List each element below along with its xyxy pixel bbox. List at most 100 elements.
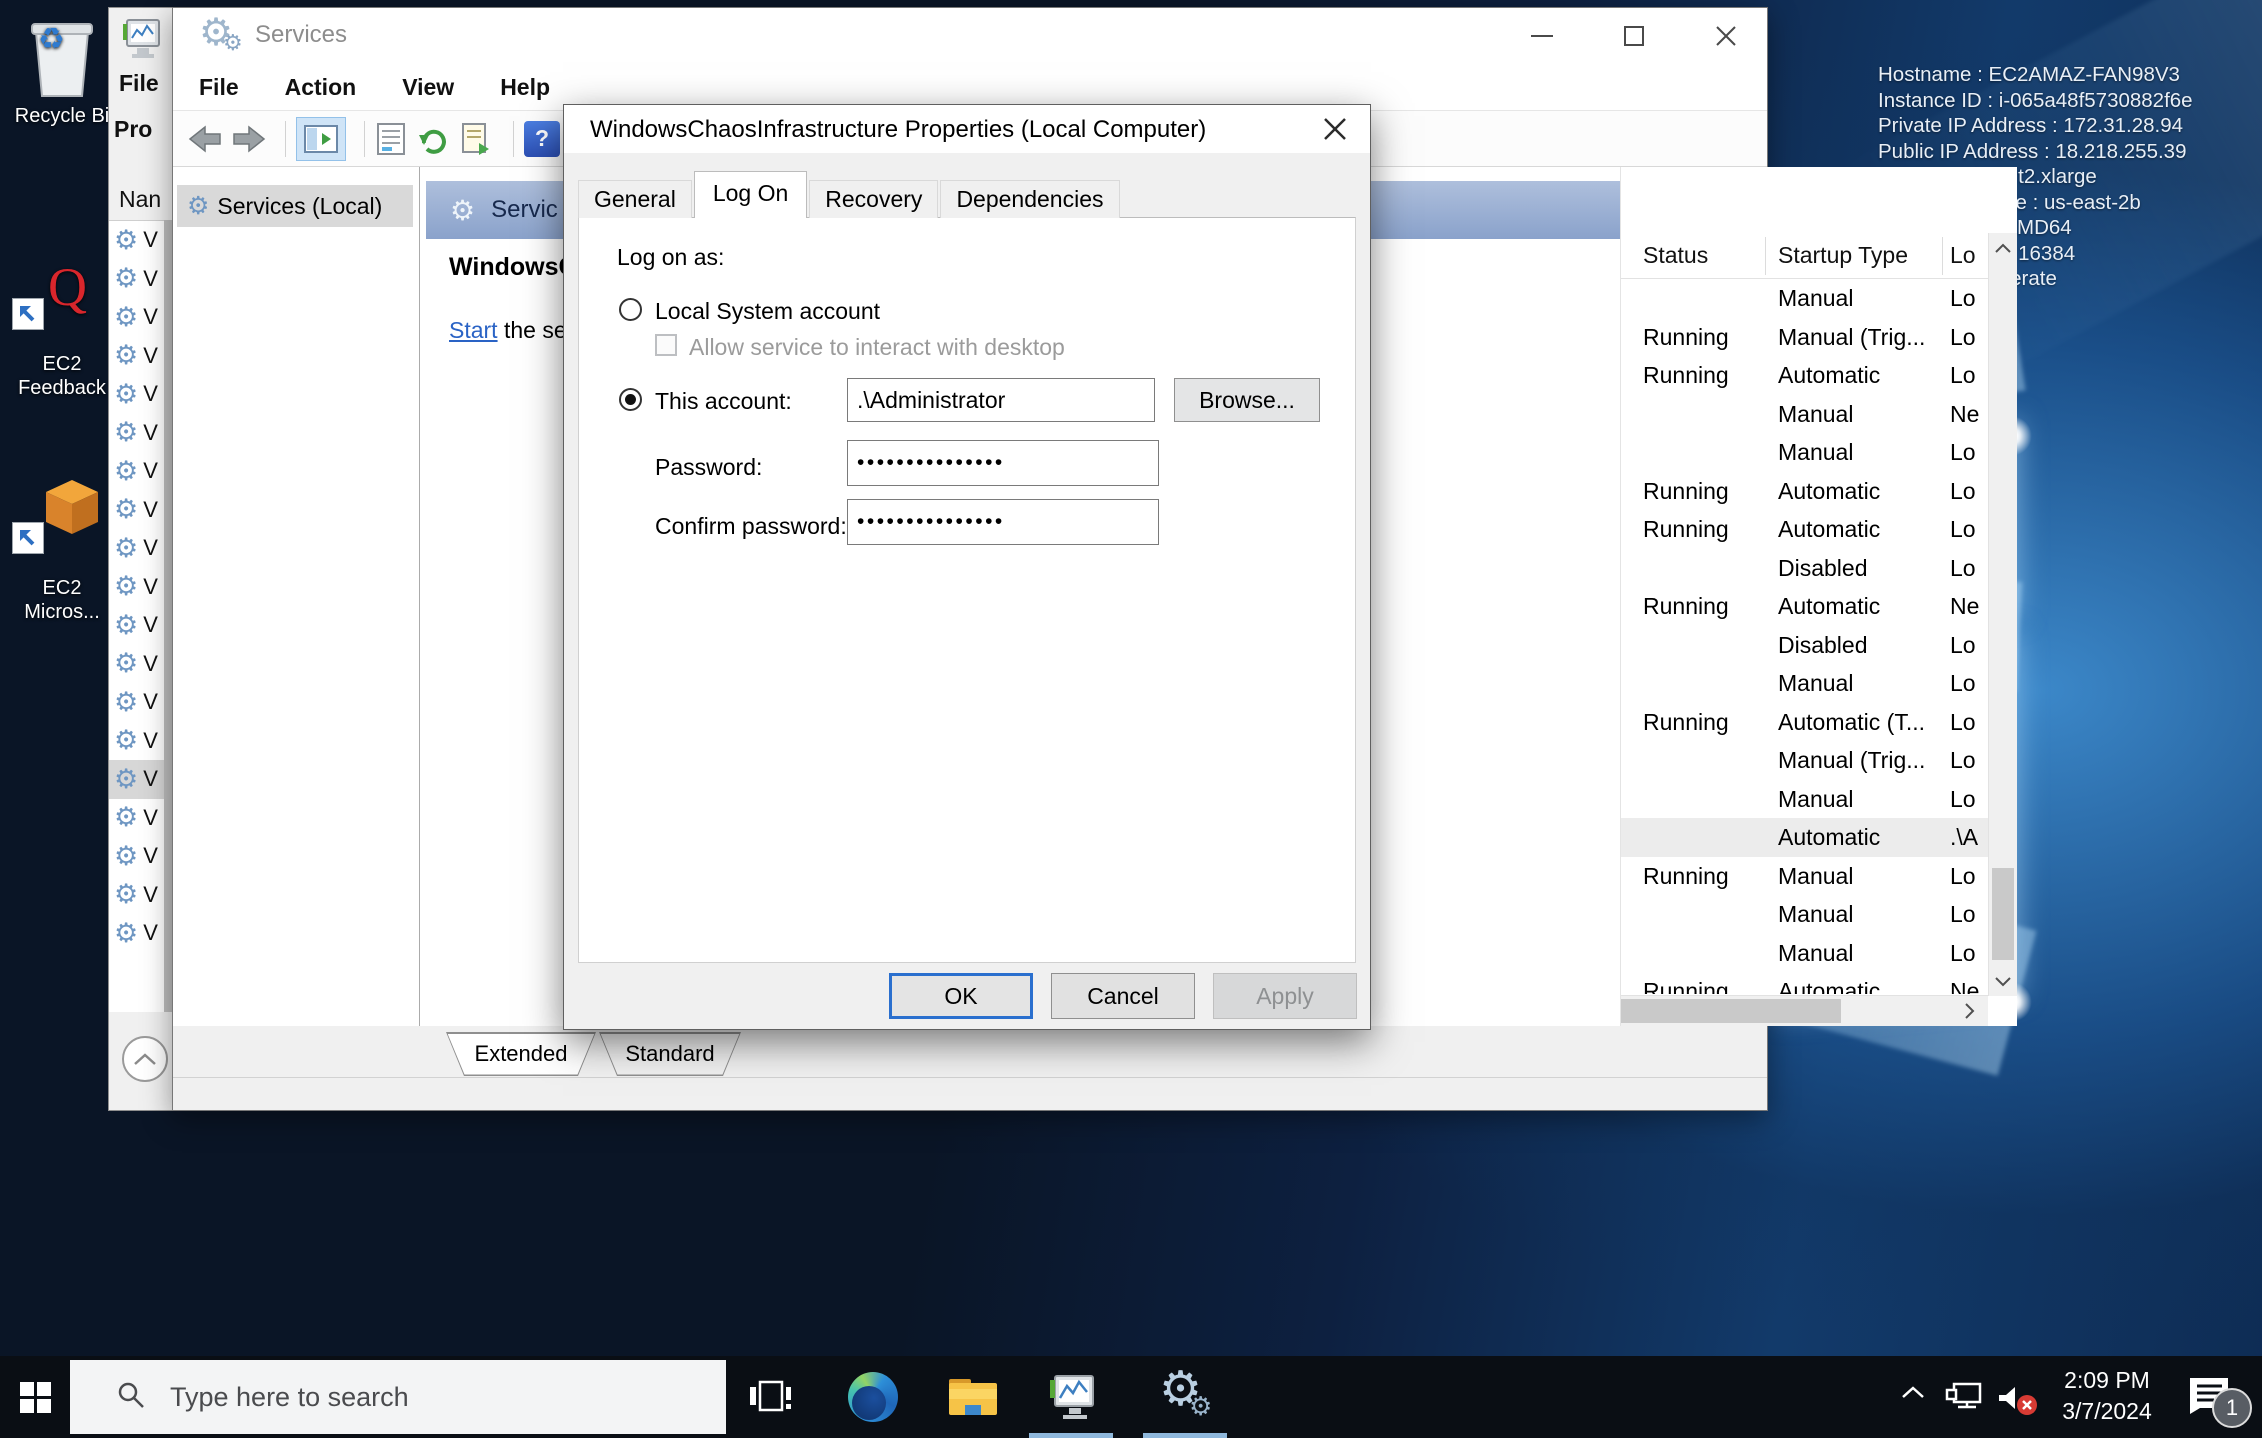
scroll-down-icon[interactable] (1989, 966, 2017, 996)
menu-action[interactable]: Action (275, 74, 379, 101)
background-window[interactable]: File Pro Nan VVVVVVVVVVVVVVVVVVV (108, 7, 173, 1111)
taskbar-clock[interactable]: 2:09 PM 3/7/2024 (2044, 1365, 2170, 1427)
refresh-icon[interactable] (415, 121, 451, 157)
search-input[interactable] (168, 1381, 648, 1414)
start-button[interactable] (0, 1356, 70, 1438)
view-tab-standard[interactable]: Standard (599, 1032, 741, 1076)
bg-service-row[interactable]: V (109, 337, 166, 376)
bg-service-row[interactable]: V (109, 645, 166, 684)
service-row[interactable]: RunningAutomaticLo (1621, 472, 1988, 511)
maximize-button[interactable] (1599, 8, 1669, 64)
minimize-button[interactable] (1507, 8, 1577, 64)
service-row[interactable]: RunningAutomaticLo (1621, 510, 1988, 549)
help-icon[interactable]: ? (524, 121, 560, 157)
bg-window-file-menu[interactable]: File (119, 70, 159, 97)
column-status[interactable]: Status (1643, 242, 1708, 269)
bg-service-row[interactable]: V (109, 452, 166, 491)
service-row[interactable]: ManualLo (1621, 780, 1988, 819)
bg-service-row[interactable]: V (109, 260, 166, 299)
bg-service-row[interactable]: V (109, 221, 166, 260)
service-row[interactable]: RunningAutomaticNe (1621, 587, 1988, 626)
cancel-button[interactable]: Cancel (1051, 973, 1195, 1019)
tab-log-on[interactable]: Log On (694, 171, 807, 218)
allow-desktop-checkbox[interactable] (655, 334, 677, 356)
scrollbar-thumb[interactable] (1992, 868, 2014, 960)
scroll-right-icon[interactable] (1954, 996, 1984, 1026)
password-field[interactable]: ••••••••••••••• (847, 440, 1159, 486)
bg-service-row[interactable]: V (109, 683, 166, 722)
desktop-icon-ec2-feedback[interactable]: Q EC2 Feedback (0, 258, 124, 400)
task-view-icon[interactable] (742, 1369, 798, 1425)
service-row[interactable]: RunningManualLo (1621, 857, 1988, 896)
service-row[interactable]: RunningAutomaticNe (1621, 972, 1988, 994)
service-row[interactable]: Automatic.\A (1621, 818, 1988, 857)
account-field[interactable]: .\Administrator (847, 378, 1155, 422)
tab-general[interactable]: General (578, 180, 692, 218)
confirm-password-field[interactable]: ••••••••••••••• (847, 499, 1159, 545)
dialog-close-icon[interactable] (1312, 111, 1358, 147)
scroll-up-icon[interactable] (1989, 233, 2017, 263)
services-list[interactable]: Status Startup Type Lo ManualLoRunningMa… (1620, 167, 2017, 1026)
column-logon-as[interactable]: Lo (1950, 242, 1976, 269)
desktop-icon-recycle-bin[interactable]: ♻ Recycle Bi (0, 10, 124, 128)
network-icon[interactable] (1944, 1380, 1984, 1419)
menu-file[interactable]: File (189, 74, 261, 101)
perfmon-taskbar-icon[interactable] (1043, 1369, 1099, 1425)
console-tree-pane[interactable]: Services (Local) (173, 167, 420, 1026)
export-list-icon[interactable] (459, 121, 495, 157)
column-startup-type[interactable]: Startup Type (1778, 242, 1908, 269)
bg-window-collapse-button[interactable] (122, 1036, 168, 1082)
service-row[interactable]: RunningAutomatic (T...Lo (1621, 703, 1988, 742)
desktop-icon-ec2-microsoft[interactable]: EC2 Micros... (0, 476, 124, 624)
browse-button[interactable]: Browse... (1174, 378, 1320, 422)
bg-service-row[interactable]: V (109, 375, 166, 414)
ok-button[interactable]: OK (889, 973, 1033, 1019)
service-row[interactable]: ManualLo (1621, 895, 1988, 934)
bg-service-row[interactable]: V (109, 606, 166, 645)
tab-dependencies[interactable]: Dependencies (940, 180, 1119, 218)
dialog-titlebar[interactable]: WindowsChaosInfrastructure Properties (L… (564, 105, 1370, 153)
services-rows[interactable]: ManualLoRunningManual (Trig...LoRunningA… (1621, 279, 1988, 994)
services-list-header[interactable]: Status Startup Type Lo (1621, 233, 1988, 279)
horizontal-scrollbar[interactable] (1621, 995, 1988, 1026)
volume-muted-icon[interactable] (1996, 1382, 2042, 1423)
bg-service-row[interactable]: V (109, 529, 166, 568)
action-center-icon[interactable]: 1 (2186, 1372, 2252, 1426)
bg-service-row[interactable]: V (109, 568, 166, 607)
services-taskbar-icon[interactable] (1157, 1369, 1213, 1425)
console-tree-toggle-icon[interactable] (296, 117, 346, 161)
bg-service-row[interactable]: V (109, 298, 166, 337)
local-system-radio[interactable] (619, 298, 642, 321)
bg-service-row[interactable]: V (109, 837, 166, 876)
properties-icon[interactable] (375, 121, 407, 157)
file-explorer-icon[interactable] (945, 1369, 1001, 1425)
bg-service-row[interactable]: V (109, 760, 166, 799)
back-icon[interactable] (187, 123, 223, 155)
menu-view[interactable]: View (392, 74, 476, 101)
view-tab-extended[interactable]: Extended (446, 1032, 596, 1076)
service-row[interactable]: ManualLo (1621, 934, 1988, 973)
bg-service-row[interactable]: V (109, 414, 166, 453)
close-button[interactable] (1691, 8, 1761, 64)
properties-dialog[interactable]: WindowsChaosInfrastructure Properties (L… (563, 104, 1371, 1030)
this-account-radio[interactable] (619, 388, 642, 411)
service-row[interactable]: ManualLo (1621, 664, 1988, 703)
bg-service-row[interactable]: V (109, 722, 166, 761)
menu-help[interactable]: Help (490, 74, 572, 101)
service-row[interactable]: ManualLo (1621, 279, 1988, 318)
service-row[interactable]: DisabledLo (1621, 549, 1988, 588)
tab-recovery[interactable]: Recovery (809, 180, 938, 218)
forward-icon[interactable] (231, 123, 267, 155)
bg-service-row[interactable]: V (109, 491, 166, 530)
tree-item-services-local[interactable]: Services (Local) (177, 185, 413, 227)
services-titlebar[interactable]: Services (173, 8, 1767, 64)
bg-service-row[interactable]: V (109, 914, 166, 953)
this-account-label[interactable]: This account: (655, 388, 792, 415)
taskbar-search[interactable] (70, 1360, 726, 1434)
service-row[interactable]: DisabledLo (1621, 626, 1988, 665)
service-row[interactable]: Manual (Trig...Lo (1621, 741, 1988, 780)
edge-browser-icon[interactable] (845, 1369, 901, 1425)
tray-chevron-icon[interactable] (1900, 1384, 1926, 1405)
start-service-link[interactable]: Start (449, 317, 498, 343)
service-row[interactable]: RunningManual (Trig...Lo (1621, 318, 1988, 357)
